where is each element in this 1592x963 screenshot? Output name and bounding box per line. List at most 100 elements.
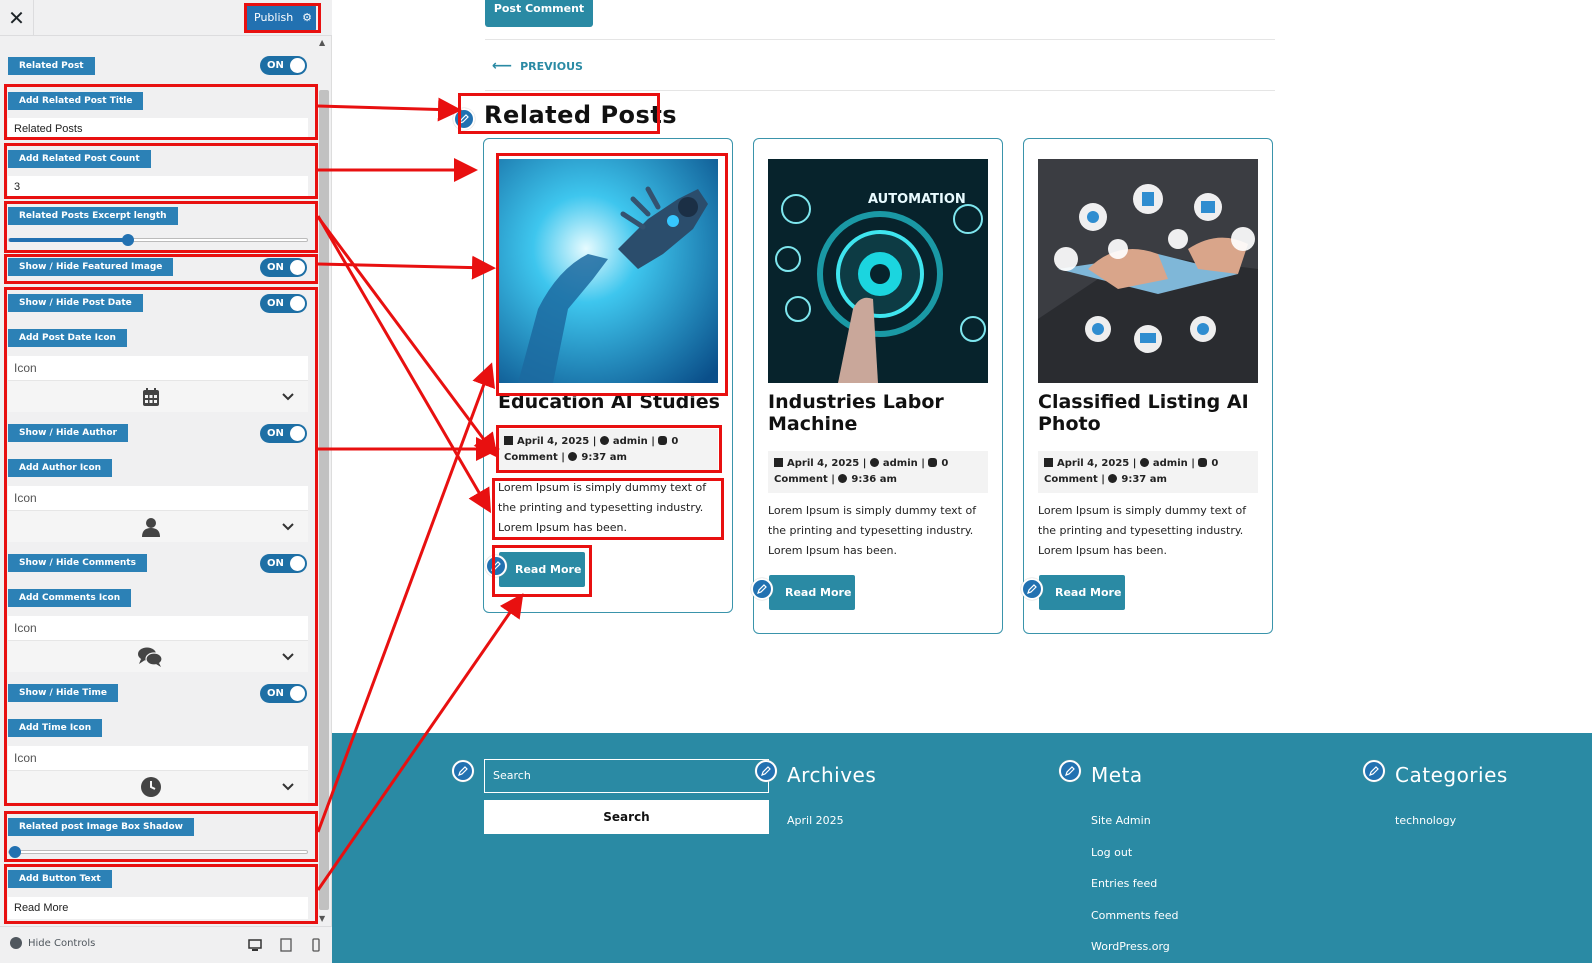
category-link[interactable]: technology [1395,814,1456,827]
comment-word: Comment [774,474,828,485]
post-title-input[interactable]: Related Posts [8,118,308,140]
hide-controls-button[interactable]: Hide Controls [10,937,95,949]
scroll-up-icon[interactable]: ▲ [319,38,325,47]
edit-pencil-icon[interactable] [1363,760,1385,782]
scroll-down-icon[interactable]: ▼ [319,914,325,923]
excerpt-length-handle[interactable] [122,234,134,246]
card-title[interactable]: Industries Labor Machine [768,391,993,435]
meta-link[interactable]: Site Admin [1091,814,1151,827]
edit-pencil-icon[interactable] [751,578,773,600]
time-icon-input[interactable]: Icon [8,746,308,770]
comments-toggle[interactable]: ON [260,554,307,573]
card-title[interactable]: Education AI Studies [498,391,723,413]
related-post-label: Related Post [8,57,95,75]
chevron-down-icon[interactable] [282,781,294,793]
related-posts-heading: Related Posts [484,101,678,129]
post-date: April 4, 2025 [517,436,590,447]
site-footer: Search Search Archives April 2025 Meta S… [332,733,1592,963]
meta-link[interactable]: WordPress.org [1091,940,1170,953]
site-preview: Post Comment ⟵ PREVIOUS Related Posts Edu… [332,0,1592,963]
read-more-button[interactable]: Read More [1039,575,1125,610]
author-toggle[interactable]: ON [260,424,307,443]
edit-pencil-icon[interactable] [453,108,475,130]
date-icon-select[interactable] [8,380,308,412]
read-more-button[interactable]: Read More [769,575,855,610]
time-toggle[interactable]: ON [260,684,307,703]
divider [485,39,1275,40]
archive-link[interactable]: April 2025 [787,814,844,827]
calendar-icon [504,436,513,445]
clock-icon [1108,474,1118,483]
image-shadow-slider[interactable] [8,846,308,858]
meta-link[interactable]: Log out [1091,846,1132,859]
excerpt-length-fill [9,238,128,242]
chevron-down-icon[interactable] [282,521,294,533]
chevron-down-icon[interactable] [282,391,294,403]
scrollbar-thumb[interactable] [319,90,329,910]
meta-link[interactable]: Entries feed [1091,877,1157,890]
author-icon-input[interactable]: Icon [8,486,308,510]
excerpt-length-slider[interactable] [8,234,308,246]
comments-icon [928,458,938,467]
post-author: admin [882,458,918,469]
edit-pencil-icon[interactable] [452,760,474,782]
comments-label: Show / Hide Comments [8,554,147,572]
card-excerpt: Lorem Ipsum is simply dummy text of the … [1038,504,1247,557]
comment-word: Comment [504,452,558,463]
footer-search-button[interactable]: Search [484,800,769,834]
post-comment-button[interactable]: Post Comment [485,0,593,27]
comments-icon-input[interactable]: Icon [8,616,308,640]
card-meta: April 4, 2025 | admin | 0 Comment | 9:36 … [768,451,988,493]
previous-post-link[interactable]: ⟵ PREVIOUS [492,58,583,74]
time-icon-label: Add Time Icon [8,719,103,737]
user-icon [599,436,609,445]
edit-pencil-icon[interactable] [1021,578,1043,600]
close-icon[interactable]: ✕ [0,0,34,36]
smart-devices-image[interactable] [1038,159,1258,383]
desktop-preview-icon[interactable] [248,938,262,952]
post-time: 9:36 am [851,474,897,485]
previous-label: PREVIOUS [520,60,583,73]
comments-icon [658,436,668,445]
card-title[interactable]: Classified Listing AI Photo [1038,391,1263,435]
edit-pencil-icon[interactable] [1059,760,1081,782]
mobile-preview-icon[interactable] [309,938,323,952]
post-count-input[interactable]: 3 [8,176,308,198]
footer-search-input[interactable]: Search [484,759,769,793]
featured-image-label: Show / Hide Featured Image [8,258,174,276]
excerpt-length-label: Related Posts Excerpt length [8,207,178,225]
author-icon-select[interactable] [8,510,308,542]
read-more-button[interactable]: Read More [499,552,585,587]
author-icon-label: Add Author Icon [8,459,113,477]
comments-icon-select[interactable] [8,640,308,672]
time-icon-select[interactable] [8,770,308,802]
edit-pencil-icon[interactable] [755,760,777,782]
image-shadow-label: Related post Image Box Shadow [8,818,194,836]
publish-button[interactable]: Publish ⚙ [246,5,316,31]
date-icon-label: Add Post Date Icon [8,329,127,347]
meta-heading: Meta [1091,763,1143,787]
user-icon [869,458,879,467]
author-label: Show / Hide Author [8,424,128,442]
edit-pencil-icon[interactable] [485,555,507,577]
related-post-toggle[interactable]: ON [260,56,307,75]
meta-link[interactable]: Comments feed [1091,909,1179,922]
featured-image-toggle[interactable]: ON [260,258,307,277]
post-count-label: Add Related Post Count [8,150,151,168]
chevron-down-icon[interactable] [282,651,294,663]
tablet-preview-icon[interactable] [279,938,293,952]
button-text-input[interactable]: Read More [8,897,308,919]
arrow-left-icon: ⟵ [492,58,513,74]
date-icon-input[interactable]: Icon [8,356,308,380]
publish-label: Publish [254,11,294,24]
categories-heading: Categories [1395,763,1508,787]
calendar-icon [143,388,159,406]
robot-hand-image[interactable] [498,159,718,383]
gear-icon[interactable]: ⚙ [302,5,312,31]
comments-icon-label: Add Comments Icon [8,589,132,607]
clock-icon [838,474,848,483]
clock-icon [568,452,578,461]
image-shadow-handle[interactable] [9,846,21,858]
post-date-toggle[interactable]: ON [260,294,307,313]
automation-image[interactable]: AUTOMATION [768,159,988,383]
